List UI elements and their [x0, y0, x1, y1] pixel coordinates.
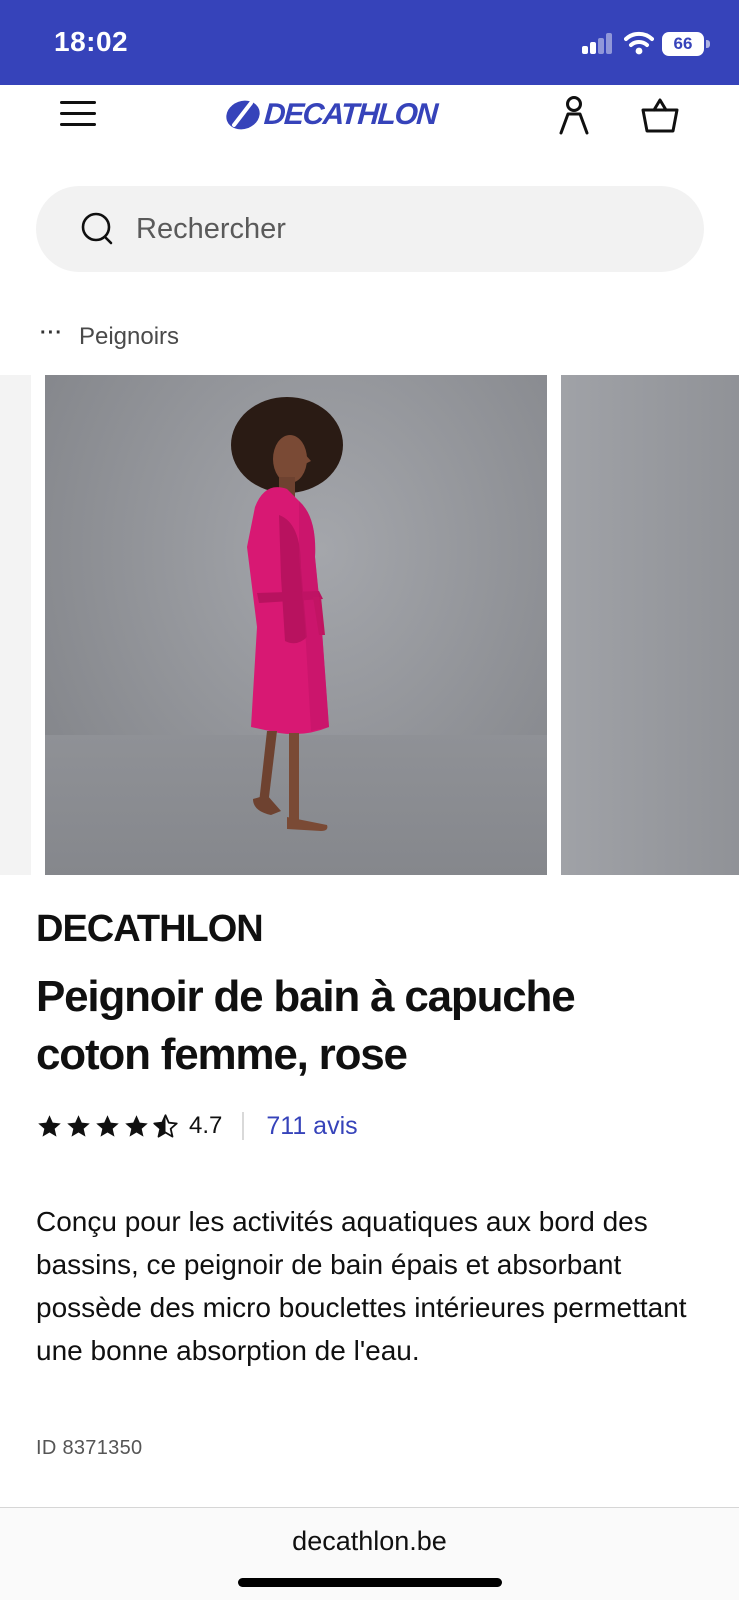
star-full-icon [96, 1114, 119, 1137]
battery-icon: 66 [662, 32, 710, 56]
search-bar[interactable] [36, 186, 704, 272]
star-full-icon [125, 1114, 148, 1137]
decathlon-logo[interactable]: DECATHLON [224, 95, 438, 135]
status-bar: 18:02 66 [0, 0, 739, 85]
product-description: Conçu pour les activités aquatiques aux … [36, 1206, 687, 1366]
star-full-icon [67, 1114, 90, 1137]
logo-text: DECATHLON [262, 98, 438, 131]
next-slide[interactable] [561, 375, 739, 875]
menu-icon[interactable] [58, 99, 98, 129]
rating-row: 4.7 711 avis [36, 1106, 358, 1146]
star-half-icon [153, 1113, 178, 1138]
previous-slide[interactable] [0, 375, 31, 875]
breadcrumb-more-icon[interactable]: ··· [40, 322, 63, 345]
battery-level: 66 [662, 32, 704, 56]
rating-divider [242, 1112, 245, 1140]
status-time: 18:02 [54, 26, 129, 57]
browser-bottom-bar: decathlon.be [0, 1507, 739, 1600]
breadcrumb: ··· Peignoirs [40, 320, 179, 354]
breadcrumb-current-link[interactable]: Peignoirs [79, 323, 179, 351]
home-indicator[interactable] [238, 1578, 502, 1587]
star-full-icon [38, 1114, 61, 1137]
site-header: DECATHLON [0, 85, 739, 160]
address-bar-url[interactable]: decathlon.be [0, 1526, 739, 1557]
model-photo [231, 397, 343, 831]
product-title: Peignoir de bain à capuche coton femme, … [36, 972, 576, 1079]
product-image-main[interactable] [45, 375, 547, 875]
search-icon [81, 212, 113, 245]
account-icon[interactable] [556, 95, 592, 135]
product-brand[interactable]: DECATHLON [36, 908, 264, 951]
cart-icon[interactable] [640, 95, 680, 135]
rating-value: 4.7 [189, 1112, 223, 1139]
logo-mark-icon [226, 100, 260, 130]
product-image-carousel[interactable] [0, 375, 739, 875]
reviews-link[interactable]: 711 avis [266, 1112, 357, 1141]
wifi-icon [624, 31, 654, 55]
search-input[interactable] [136, 186, 656, 272]
star-rating [36, 1113, 181, 1140]
product-id: ID 8371350 [36, 1437, 143, 1459]
signal-icon [582, 32, 616, 54]
